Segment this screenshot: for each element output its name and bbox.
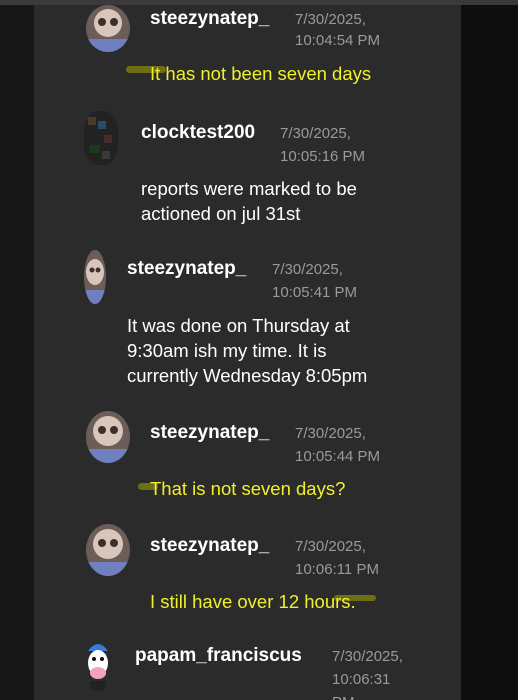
timestamp-time: 10:04:54 PM — [295, 32, 381, 49]
username[interactable]: clocktest200 — [141, 122, 255, 144]
message-text-line: 9:30am ish my time. It is — [127, 340, 327, 361]
timestamp-time: 10:06:11 PM — [295, 561, 379, 578]
timestamp-time: 10:06:31 — [332, 671, 391, 688]
message-text-line: currently Wednesday 8:05pm — [127, 365, 368, 386]
message-text-line: reports were marked to be — [141, 178, 357, 199]
user-avatar[interactable] — [84, 111, 118, 165]
timestamp-date: 7/30/2025, — [280, 125, 351, 142]
user-avatar[interactable] — [86, 524, 130, 576]
message-text: I still have over 12 hours. — [150, 591, 356, 612]
timestamp-date: 7/30/2025, — [295, 425, 366, 442]
timestamp-date: 7/30/2025, — [295, 538, 366, 555]
timestamp-date: 7/30/2025, — [332, 648, 403, 665]
timestamp-time: 10:05:16 PM — [280, 148, 366, 165]
message-text: That is not seven days? — [150, 478, 346, 499]
user-avatar[interactable] — [86, 411, 130, 463]
message-text-line: It was done on Thursday at — [127, 315, 350, 336]
message-3: steezynatep_ 7/30/2025, 10:05:41 PM It w… — [34, 248, 461, 388]
timestamp-time: 10:05:41 PM — [272, 284, 358, 301]
message-1: steezynatep_ 7/30/2025, 10:04:54 PM It h… — [34, 5, 461, 95]
timestamp-time: 10:05:44 PM — [295, 448, 381, 465]
user-avatar[interactable] — [84, 250, 106, 304]
user-avatar[interactable] — [86, 637, 110, 691]
message-6: papam_franciscus 7/30/2025, 10:06:31 PM — [34, 635, 461, 700]
message-4: steezynatep_ 7/30/2025, 10:05:44 PM That… — [34, 409, 461, 509]
message-5: steezynatep_ 7/30/2025, 10:06:11 PM I st… — [34, 522, 461, 622]
chat-panel[interactable]: steezynatep_ 7/30/2025, 10:04:54 PM It h… — [34, 5, 461, 700]
message-text-line: actioned on jul 31st — [141, 203, 301, 224]
left-margin — [0, 5, 34, 700]
message-text: It has not been seven days — [150, 63, 372, 84]
username[interactable]: steezynatep_ — [150, 8, 269, 30]
username[interactable]: steezynatep_ — [150, 535, 269, 557]
right-margin — [461, 5, 518, 700]
user-avatar[interactable] — [86, 5, 130, 52]
username[interactable]: steezynatep_ — [150, 422, 269, 444]
username[interactable]: steezynatep_ — [127, 258, 246, 280]
timestamp-date: 7/30/2025, — [272, 261, 343, 278]
timestamp-time-cut: PM — [332, 691, 355, 700]
username[interactable]: papam_franciscus — [135, 645, 302, 667]
message-2: clocktest200 7/30/2025, 10:05:16 PM repo… — [34, 109, 461, 229]
